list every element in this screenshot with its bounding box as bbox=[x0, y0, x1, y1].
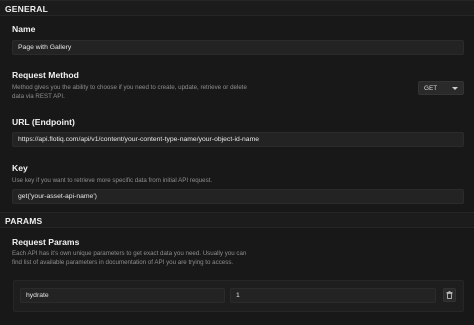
param-name-input[interactable]: hydrate bbox=[20, 288, 225, 303]
section-title: GENERAL bbox=[5, 4, 48, 14]
section-header-general: GENERAL bbox=[0, 0, 474, 16]
request-params-description: Each API has it's own unique parameters … bbox=[12, 250, 247, 266]
name-label: Name bbox=[12, 24, 36, 34]
name-input[interactable]: Page with Gallery bbox=[12, 40, 464, 55]
request-method-select[interactable]: GET bbox=[418, 81, 464, 95]
trash-icon bbox=[446, 291, 453, 299]
key-label: Key bbox=[12, 163, 28, 173]
url-label: URL (Endpoint) bbox=[12, 117, 75, 127]
delete-param-button[interactable] bbox=[443, 288, 456, 302]
key-input[interactable]: get('your-asset-api-name') bbox=[12, 189, 464, 204]
section-header-params: PARAMS bbox=[0, 212, 474, 228]
request-params-label: Request Params bbox=[12, 237, 80, 247]
chevron-down-icon bbox=[452, 86, 458, 90]
key-description: Use key if you want to retrieve more spe… bbox=[12, 177, 213, 184]
request-method-value: GET bbox=[424, 84, 438, 92]
param-value-input[interactable]: 1 bbox=[230, 288, 436, 303]
request-method-label: Request Method bbox=[12, 70, 79, 80]
request-method-description: Method gives you the ability to choose i… bbox=[12, 84, 247, 100]
section-title: PARAMS bbox=[5, 216, 43, 226]
url-input[interactable]: https://api.flotiq.com/api/v1/content/yo… bbox=[12, 132, 464, 147]
